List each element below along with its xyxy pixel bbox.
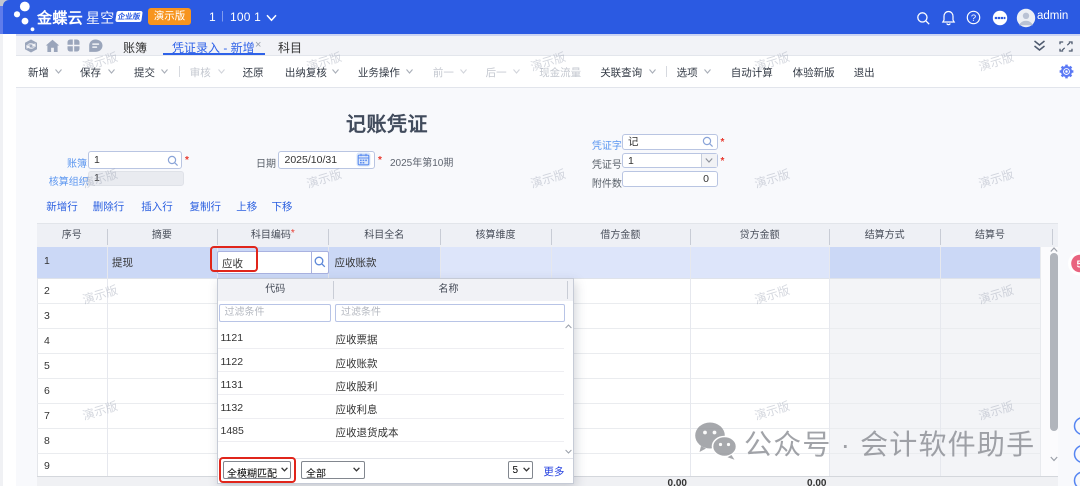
svg-text:5: 5	[1077, 259, 1080, 271]
svg-text:?: ?	[971, 13, 976, 24]
